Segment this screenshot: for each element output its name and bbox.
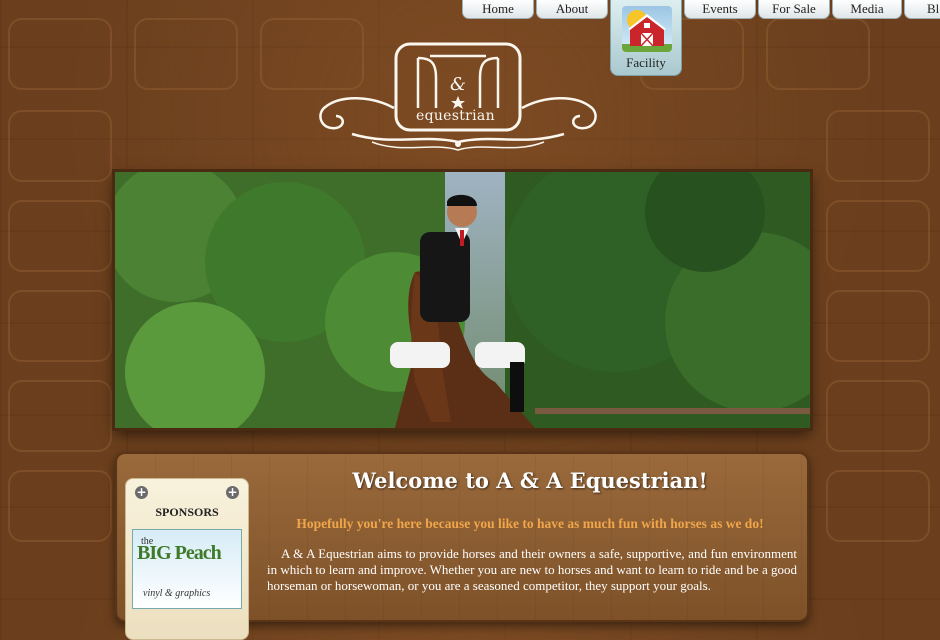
- nav-facility-label: Facility: [626, 55, 666, 70]
- sponsors-title: SPONSORS: [155, 505, 219, 519]
- site-logo[interactable]: & equestrian: [312, 38, 604, 158]
- sponsor-logo-name: BIG Peach: [137, 542, 222, 564]
- nav-home[interactable]: Home: [462, 0, 534, 19]
- barn-icon: [622, 6, 672, 52]
- nav-facility[interactable]: Facility: [610, 0, 682, 76]
- sponsor-logo-big-peach[interactable]: the BIG Peach vinyl & graphics: [132, 529, 242, 609]
- nav-media[interactable]: Media: [832, 0, 902, 19]
- intro-paragraph: A & A Equestrian aims to provide horses …: [267, 546, 797, 593]
- plus-icon[interactable]: +: [135, 486, 148, 499]
- sponsors-box: + + SPONSORS the BIG Peach vinyl & graph…: [125, 478, 249, 640]
- hero-photo: [115, 172, 810, 428]
- logo-wordmark: equestrian: [416, 108, 495, 124]
- nav-about[interactable]: About: [536, 0, 608, 19]
- horse-and-rider-photo: [115, 172, 810, 428]
- page-tagline: Hopefully you're here because you like t…: [296, 516, 764, 531]
- sponsor-logo-subtitle: vinyl & graphics: [143, 588, 211, 599]
- content-panel: + + SPONSORS the BIG Peach vinyl & graph…: [115, 452, 809, 640]
- nav-for-sale[interactable]: For Sale: [758, 0, 830, 19]
- page-title: Welcome to A & A Equestrian!: [352, 468, 708, 493]
- nav-blog[interactable]: Bl: [904, 0, 940, 19]
- plus-icon[interactable]: +: [226, 486, 239, 499]
- svg-text:&: &: [450, 74, 466, 95]
- nav-events[interactable]: Events: [684, 0, 756, 19]
- a-and-a-equestrian-logo: &: [319, 42, 597, 151]
